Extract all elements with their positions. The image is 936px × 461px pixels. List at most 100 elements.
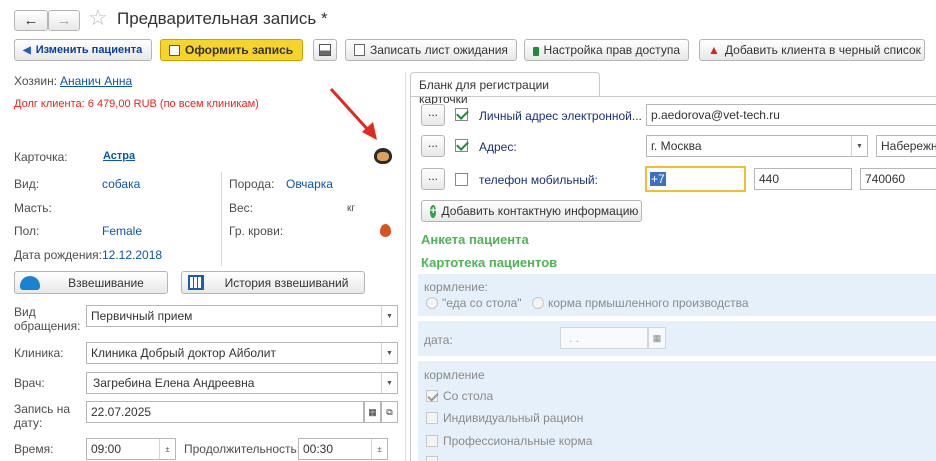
owner-link[interactable]: Ананич Анна bbox=[60, 74, 132, 88]
phone-label: телефон мобильный: bbox=[479, 173, 598, 187]
panel-divider bbox=[405, 72, 406, 461]
sex-value: Female bbox=[102, 224, 143, 238]
opt-individual-checkbox[interactable]: Индивидуальный рацион bbox=[426, 411, 583, 425]
checkbox-icon bbox=[426, 390, 438, 402]
email-input[interactable]: p.aedorova@vet-tech.ru bbox=[646, 104, 936, 126]
change-patient-button[interactable]: ◀ Изменить пациента bbox=[14, 39, 152, 61]
client-debt: Долг клиента: 6 479,00 RUB (по всем клин… bbox=[14, 98, 259, 110]
annotation-arrow bbox=[329, 87, 377, 140]
card-label: Карточка: bbox=[14, 150, 68, 164]
submit-record-button[interactable]: Оформить запись bbox=[160, 39, 303, 61]
cardfile-title[interactable]: Картотека пациентов bbox=[421, 255, 557, 270]
weighing-history-button[interactable]: История взвешиваний bbox=[181, 271, 365, 294]
dog-avatar-icon bbox=[374, 148, 392, 164]
add-contact-button[interactable]: + Добавить контактную информацию bbox=[421, 200, 642, 222]
owner-label: Хозяин: bbox=[14, 74, 58, 88]
duration-input[interactable]: 00:30 ± bbox=[298, 438, 388, 460]
breed-label: Порода: bbox=[229, 177, 275, 191]
lock-icon bbox=[533, 47, 539, 56]
doctor-select[interactable]: Загребина Елена Андреевна ▼ bbox=[86, 372, 398, 394]
date-section bbox=[418, 321, 936, 356]
scale-icon bbox=[20, 275, 40, 290]
diamond-left-icon: ◀ bbox=[23, 44, 31, 56]
window-title: Предварительная запись * bbox=[117, 9, 328, 28]
sex-label: Пол: bbox=[14, 224, 40, 238]
date-field-label: дата: bbox=[424, 333, 453, 347]
visit-type-label: Вид обращения: bbox=[14, 305, 81, 333]
weight-label: Вес: bbox=[229, 201, 254, 215]
dropdown-icon[interactable]: ▼ bbox=[381, 373, 397, 393]
document-icon bbox=[354, 44, 365, 56]
date-label: Запись на дату: bbox=[14, 402, 71, 430]
dob-label: Дата рождения: bbox=[14, 248, 102, 262]
email-checkbox[interactable] bbox=[455, 108, 468, 121]
tab-registration-form[interactable]: Бланк для регистрации карточки bbox=[410, 72, 600, 106]
opt-table-checkbox[interactable]: Со стола bbox=[426, 389, 493, 403]
plus-circle-icon: + bbox=[430, 204, 437, 218]
card-link[interactable]: Астра bbox=[103, 150, 135, 162]
email-label: Личный адрес электронной... bbox=[479, 109, 642, 123]
checkbox-icon bbox=[426, 412, 438, 424]
visit-type-select[interactable]: Первичный прием ▼ bbox=[86, 305, 398, 327]
address-checkbox[interactable] bbox=[455, 139, 468, 152]
feed-table-radio[interactable]: "еда со стола" bbox=[426, 296, 522, 310]
access-settings-button[interactable]: Настройка прав доступа bbox=[524, 39, 689, 61]
forward-button[interactable]: → bbox=[48, 10, 80, 31]
time-input[interactable]: 09:00 ± bbox=[86, 438, 176, 460]
phone-options-button[interactable]: ... bbox=[421, 168, 445, 190]
checkbox-icon[interactable] bbox=[426, 456, 438, 461]
calendar-icon bbox=[188, 275, 204, 290]
clinic-label: Клиника: bbox=[14, 346, 64, 360]
feed-industrial-radio[interactable]: корма прмышленного производства bbox=[532, 296, 749, 310]
clinic-select[interactable]: Клиника Добрый доктор Айболит ▼ bbox=[86, 342, 398, 364]
address-label: Адрес: bbox=[479, 140, 517, 154]
date-input[interactable]: 22.07.2025 bbox=[86, 401, 364, 423]
address-street-input[interactable]: Набережна bbox=[876, 135, 936, 157]
duration-label: Продолжительность: bbox=[184, 442, 301, 456]
color-label: Масть: bbox=[14, 201, 52, 215]
checkbox-icon bbox=[426, 435, 438, 447]
radio-icon bbox=[532, 297, 544, 309]
blood-label: Гр. крови: bbox=[229, 224, 284, 238]
stepper-icon[interactable]: ± bbox=[159, 439, 175, 459]
phone-number-input[interactable]: 740060 bbox=[860, 168, 936, 190]
email-options-button[interactable]: ... bbox=[421, 104, 445, 126]
feeding-label-2: кормление bbox=[424, 368, 485, 382]
opt-professional-checkbox[interactable]: Профессиональные корма bbox=[426, 434, 592, 448]
open-button[interactable]: ⧉ bbox=[381, 401, 398, 423]
species-value: собака bbox=[102, 177, 141, 191]
dropdown-icon[interactable]: ▼ bbox=[381, 343, 397, 363]
phone-code-input[interactable]: +7 bbox=[645, 166, 746, 192]
floppy-icon bbox=[319, 44, 331, 56]
weight-unit: кг bbox=[347, 203, 356, 214]
address-city-select[interactable]: г. Москва ▼ bbox=[646, 135, 868, 157]
save-button[interactable] bbox=[313, 39, 337, 61]
add-blacklist-button[interactable]: ▲ Добавить клиента в черный список bbox=[699, 39, 925, 61]
weighing-button[interactable]: Взвешивание bbox=[14, 271, 168, 294]
species-label: Вид: bbox=[14, 177, 40, 191]
time-label: Время: bbox=[14, 442, 54, 456]
feeding-calendar-button[interactable]: ▦ bbox=[648, 327, 666, 349]
phone-area-input[interactable]: 440 bbox=[754, 168, 852, 190]
feeding-date-input[interactable]: . . bbox=[560, 327, 648, 349]
radio-icon bbox=[426, 297, 438, 309]
stepper-icon[interactable]: ± bbox=[371, 439, 387, 459]
feeding-label: кормление: bbox=[424, 280, 488, 294]
dropdown-icon[interactable]: ▼ bbox=[851, 136, 867, 156]
calendar-button[interactable]: ▦ bbox=[364, 401, 381, 423]
star-icon[interactable]: ☆ bbox=[88, 5, 108, 31]
dropdown-icon[interactable]: ▼ bbox=[381, 306, 397, 326]
breed-value: Овчарка bbox=[286, 177, 333, 191]
arrow-left-icon: ← bbox=[23, 12, 39, 29]
phone-checkbox[interactable] bbox=[455, 173, 468, 186]
column-divider bbox=[221, 172, 222, 266]
warning-icon: ▲ bbox=[708, 43, 720, 57]
address-options-button[interactable]: ... bbox=[421, 135, 445, 157]
questionnaire-title[interactable]: Анкета пациента bbox=[421, 232, 529, 247]
doctor-label: Врач: bbox=[14, 376, 45, 390]
write-waitlist-button[interactable]: Записать лист ожидания bbox=[345, 39, 517, 61]
dob-value: 12.12.2018 bbox=[102, 248, 163, 262]
save-icon bbox=[169, 44, 180, 56]
blood-drop-icon[interactable] bbox=[380, 224, 391, 237]
back-button[interactable]: ← bbox=[14, 10, 48, 31]
